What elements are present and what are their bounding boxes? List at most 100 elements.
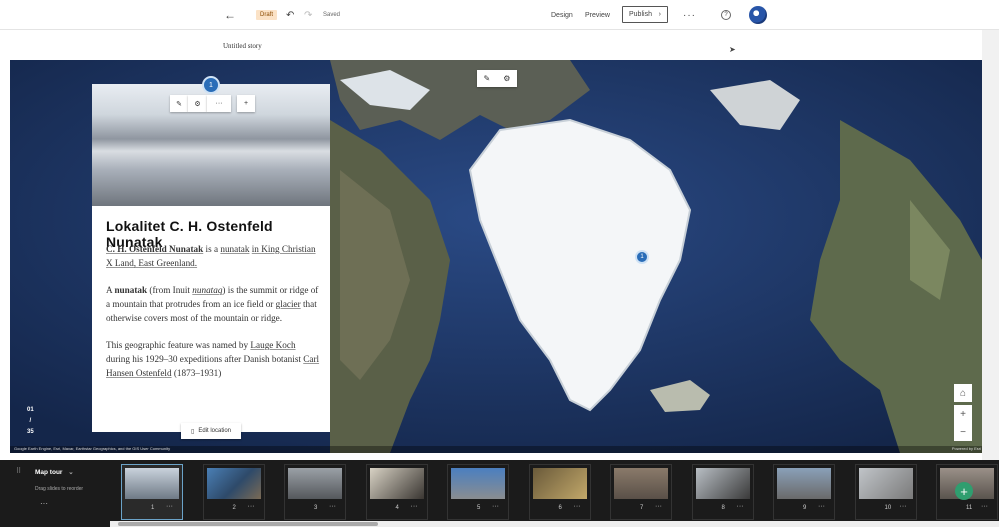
story-title[interactable]: Untitled story: [223, 42, 262, 50]
slide-more-icon[interactable]: ···: [248, 503, 255, 510]
slide-more-icon[interactable]: ···: [574, 503, 581, 510]
p2-b: (from Inuit: [147, 285, 193, 295]
slide-thumbnail[interactable]: 3 ···: [284, 464, 346, 520]
publish-label: Publish: [629, 11, 652, 18]
link-glacier[interactable]: glacier: [276, 299, 301, 309]
pencil-icon[interactable]: ✎: [484, 74, 491, 83]
pencil-icon[interactable]: ✎: [170, 95, 188, 112]
slide-number: 10: [884, 505, 892, 511]
slide-image: [125, 468, 179, 499]
avatar[interactable]: [749, 6, 767, 24]
more-icon[interactable]: ···: [207, 95, 231, 112]
reorder-hint: Drag slides to reorder: [35, 486, 84, 492]
undo-icon[interactable]: ↶: [286, 0, 294, 30]
p2-bold: nunatak: [114, 285, 148, 295]
slide-image: [858, 468, 913, 499]
publish-button[interactable]: Publish ›: [622, 6, 668, 23]
slide-number: 7: [640, 505, 644, 511]
gear-icon[interactable]: ⚙: [188, 95, 207, 112]
slide-thumbnail[interactable]: 4 ···: [365, 464, 428, 520]
slide-more-icon[interactable]: ···: [411, 503, 418, 510]
scrollbar-thumb[interactable]: [118, 522, 378, 526]
card-body[interactable]: C. H. Ostenfeld Nunatak is a nunatak in …: [106, 242, 320, 393]
card-number-badge: 1: [202, 76, 220, 94]
design-button[interactable]: Design: [551, 0, 573, 30]
home-icon[interactable]: ⌂: [954, 384, 972, 402]
story-header: [10, 31, 982, 60]
slide-thumbnail[interactable]: 1 ···: [121, 464, 183, 520]
slide-number: 1: [151, 505, 155, 511]
slide-image: [614, 468, 668, 499]
slide-more-icon[interactable]: ···: [655, 503, 662, 510]
slide-more-icon[interactable]: ···: [737, 503, 744, 510]
help-icon[interactable]: ?: [721, 10, 731, 20]
redo-icon[interactable]: ↷: [304, 0, 312, 30]
paragraph-2: A nunatak (from Inuit nunataq) is the su…: [106, 283, 320, 325]
slide-thumbnail[interactable]: 5 ···: [447, 464, 509, 520]
slide-more-icon[interactable]: ···: [900, 503, 907, 510]
powered-by: Powered by Esri: [951, 446, 981, 451]
location-pin-icon: ▯: [191, 428, 195, 435]
slide-image: [695, 468, 750, 499]
slide-number: 3: [314, 505, 318, 511]
slide-image: [369, 468, 424, 499]
slide-number: 5: [477, 505, 481, 511]
slide-more-icon[interactable]: ···: [981, 503, 988, 510]
paragraph-3: This geographic feature was named by Lau…: [106, 338, 320, 380]
slide-counter: 01 / 35: [27, 405, 34, 438]
slide-thumbnail[interactable]: 2 ···: [202, 464, 265, 520]
saved-status: Saved: [323, 12, 341, 18]
story-card: ✎ ⚙ ··· + 1 Lokalitet C. H. Ostenfeld Nu…: [92, 76, 330, 432]
zoom-out-button[interactable]: −: [954, 423, 972, 441]
chevron-right-icon: ›: [658, 11, 661, 18]
zoom-in-button[interactable]: +: [954, 405, 972, 423]
p3-a: This geographic feature was named by: [106, 340, 251, 350]
slide-thumbnail[interactable]: 6 ···: [528, 464, 591, 520]
map-marker[interactable]: 1: [635, 250, 649, 264]
p3-c: (1873–1931): [171, 368, 222, 378]
slide-more-icon[interactable]: ···: [329, 503, 336, 510]
counter-current: 01: [27, 407, 34, 413]
map-attribution: Google Earth Engine, Esri, Maxar, Earths…: [10, 446, 982, 453]
vertical-scrollbar[interactable]: [982, 30, 999, 460]
chevron-down-icon: ⌄: [68, 469, 74, 476]
gear-icon[interactable]: ⚙: [503, 74, 510, 83]
slide-thumbnail[interactable]: 8 ···: [691, 464, 754, 520]
link-nunatak[interactable]: nunatak: [220, 244, 249, 254]
p1-text: is a: [203, 244, 221, 254]
slide-number: 9: [803, 505, 807, 511]
slide-image: [777, 468, 831, 499]
add-icon[interactable]: +: [237, 95, 255, 112]
status-badge: Draft: [256, 10, 278, 20]
p1-bold: C. H. Ostenfeld Nunatak: [106, 244, 204, 254]
tour-more-icon[interactable]: ···: [40, 499, 48, 508]
slide-more-icon[interactable]: ···: [166, 503, 173, 510]
slide-thumbnail[interactable]: 9 ···: [773, 464, 835, 520]
slide-number: 6: [558, 505, 562, 511]
link-lauge-koch[interactable]: Lauge Koch: [250, 340, 295, 350]
add-slide-button[interactable]: +: [955, 482, 973, 500]
slide-thumbnail[interactable]: 10 ···: [854, 464, 917, 520]
top-bar: [0, 0, 999, 30]
counter-total: 35: [27, 429, 34, 435]
mouse-cursor-icon: ➤: [729, 45, 736, 54]
slide-image: [451, 468, 505, 499]
edit-location-button[interactable]: ▯ Edit location: [181, 423, 241, 439]
slide-number: 8: [721, 505, 725, 511]
slide-number: 4: [395, 505, 399, 511]
counter-separator: /: [29, 418, 32, 424]
slide-number: 2: [232, 505, 236, 511]
link-nunataq[interactable]: nunataq: [192, 285, 222, 295]
map-tour-title: Map tour: [35, 469, 63, 476]
slide-more-icon[interactable]: ···: [492, 503, 499, 510]
map-tour-label[interactable]: Map tour ⌄: [35, 468, 74, 476]
map-toolbar: ✎ ⚙: [477, 70, 517, 87]
drag-handle-icon[interactable]: ⠿: [16, 467, 21, 475]
preview-button[interactable]: Preview: [585, 0, 610, 30]
more-options-icon[interactable]: ···: [683, 0, 696, 30]
slide-image: [532, 468, 587, 499]
paragraph-1: C. H. Ostenfeld Nunatak is a nunatak in …: [106, 242, 320, 270]
slide-more-icon[interactable]: ···: [818, 503, 825, 510]
back-arrow-icon[interactable]: ←: [224, 0, 236, 30]
slide-thumbnail[interactable]: 7 ···: [610, 464, 672, 520]
